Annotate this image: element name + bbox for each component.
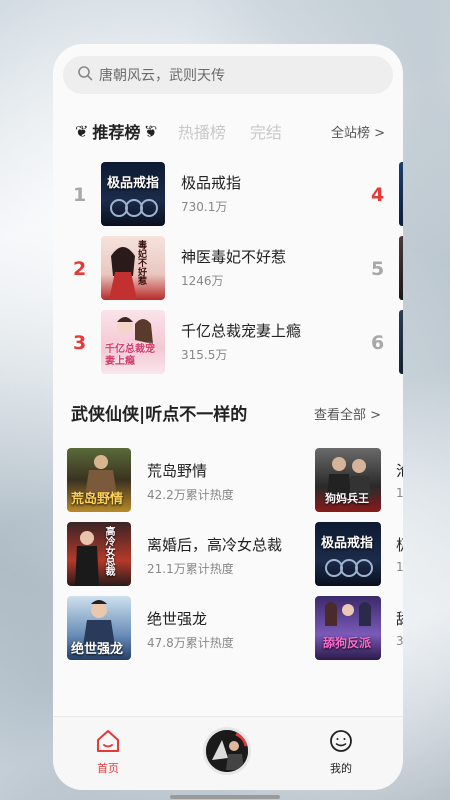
book-heat: 1 bbox=[396, 560, 403, 574]
search-icon bbox=[77, 65, 93, 85]
rank-title: 神医毒妃不好惹 bbox=[181, 248, 287, 266]
tab-recommend[interactable]: 推荐榜 bbox=[92, 119, 140, 143]
book-cover: 绝世强龙 bbox=[67, 596, 131, 660]
nav-mine[interactable]: 我的 bbox=[329, 729, 353, 776]
search-placeholder: 唐朝风云，武则天传 bbox=[99, 68, 225, 84]
bottom-nav: 首页 我的 bbox=[53, 716, 403, 790]
book-cover: 高冷女总裁 bbox=[67, 522, 131, 586]
rank-count: 1246万 bbox=[181, 274, 224, 288]
home-icon bbox=[95, 729, 121, 757]
tab-hot[interactable]: 热播榜 bbox=[178, 119, 226, 143]
book-cover: 毒妃不好惹 bbox=[101, 236, 165, 300]
book-title: 荒岛野情 bbox=[147, 462, 208, 480]
book-cover bbox=[399, 310, 403, 374]
book-title: 沧 bbox=[396, 460, 403, 481]
book-title: 舔 bbox=[396, 608, 403, 629]
rank-count: 315.5万 bbox=[181, 348, 228, 362]
cover-title: 狗妈兵王 bbox=[325, 492, 369, 505]
book-cover: 荒岛野情 bbox=[67, 448, 131, 512]
cover-title: 舔狗反派 bbox=[323, 636, 372, 650]
book-item[interactable]: 高冷女总裁 离婚后，高冷女总裁 21.1万累计热度 极品戒指 极 1 bbox=[53, 522, 403, 588]
book-cover: 狗妈兵王 bbox=[315, 448, 381, 512]
nav-home[interactable]: 首页 bbox=[95, 729, 121, 776]
rank-count: 730.1万 bbox=[181, 200, 228, 214]
rank-number: 6 bbox=[371, 332, 385, 354]
laurel-right-icon: ❦ bbox=[144, 121, 158, 141]
nav-home-label: 首页 bbox=[97, 762, 119, 775]
book-cover: 极品戒指 bbox=[315, 522, 381, 586]
rank-item[interactable]: 2 毒妃不好惹 神医毒妃不好惹 1246万 5 bbox=[53, 236, 403, 302]
rank-item[interactable]: 3 千亿总裁宠妻上瘾 千亿总裁宠妻上瘾 315.5万 6 bbox=[53, 310, 403, 376]
ring-graphic bbox=[325, 559, 373, 577]
all-rank-link[interactable]: 全站榜 > bbox=[331, 122, 385, 141]
ring-graphic bbox=[110, 199, 158, 217]
cover-title: 绝世强龙 bbox=[71, 642, 124, 657]
book-title: 绝世强龙 bbox=[147, 610, 208, 628]
book-heat: 21.1万累计热度 bbox=[147, 562, 234, 576]
book-title: 极 bbox=[396, 534, 403, 555]
book-item[interactable]: 荒岛野情 荒岛野情 42.2万累计热度 狗妈兵王 沧 1 bbox=[53, 448, 403, 514]
book-cover: 极品戒指 bbox=[101, 162, 165, 226]
book-cover: 舔狗反派 bbox=[315, 596, 381, 660]
book-item[interactable]: 绝世强龙 绝世强龙 47.8万累计热度 舔狗反派 舔 3 bbox=[53, 596, 403, 662]
app-panel: 唐朝风云，武则天传 ❦ 推荐榜 ❦ 热播榜 完结 全站榜 > 1 极品戒指 极品… bbox=[53, 44, 403, 790]
book-title: 离婚后，高冷女总裁 bbox=[147, 536, 283, 554]
rank-number: 4 bbox=[371, 184, 385, 206]
book-heat: 47.8万累计热度 bbox=[147, 636, 234, 650]
home-indicator bbox=[170, 795, 280, 799]
disc-cover-art bbox=[206, 730, 248, 772]
couple-illustration bbox=[75, 531, 99, 586]
rank-number: 1 bbox=[73, 184, 87, 206]
book-heat: 42.2万累计热度 bbox=[147, 488, 234, 502]
nav-mine-label: 我的 bbox=[330, 762, 352, 775]
laurel-left-icon: ❦ bbox=[75, 121, 89, 141]
rank-number: 5 bbox=[371, 258, 385, 280]
section-title: 武侠仙侠|听点不一样的 bbox=[71, 405, 248, 425]
rank-item[interactable]: 1 极品戒指 极品戒指 730.1万 4 bbox=[53, 162, 403, 228]
rank-tabs: ❦ 推荐榜 ❦ 热播榜 完结 全站榜 > bbox=[75, 116, 385, 146]
tab-finished[interactable]: 完结 bbox=[250, 119, 282, 143]
rank-number: 3 bbox=[73, 332, 87, 354]
heroine-illustration bbox=[109, 247, 137, 300]
cover-title: 荒岛野情 bbox=[71, 492, 124, 507]
now-playing-disc[interactable] bbox=[203, 727, 251, 775]
search-bar[interactable]: 唐朝风云，武则天传 bbox=[63, 56, 393, 94]
book-cover bbox=[399, 162, 403, 226]
cover-title: 千亿总裁宠妻上瘾 bbox=[105, 344, 155, 367]
book-cover bbox=[399, 236, 403, 300]
rank-title: 千亿总裁宠妻上瘾 bbox=[181, 322, 302, 340]
rank-number: 2 bbox=[73, 258, 87, 280]
cover-title: 高冷女总裁 bbox=[103, 526, 114, 576]
book-heat: 1 bbox=[396, 486, 403, 500]
rank-title: 极品戒指 bbox=[181, 174, 242, 192]
book-heat: 3 bbox=[396, 634, 403, 648]
view-all-link[interactable]: 查看全部 > bbox=[314, 404, 381, 423]
book-cover: 千亿总裁宠妻上瘾 bbox=[101, 310, 165, 374]
user-icon bbox=[329, 729, 353, 757]
